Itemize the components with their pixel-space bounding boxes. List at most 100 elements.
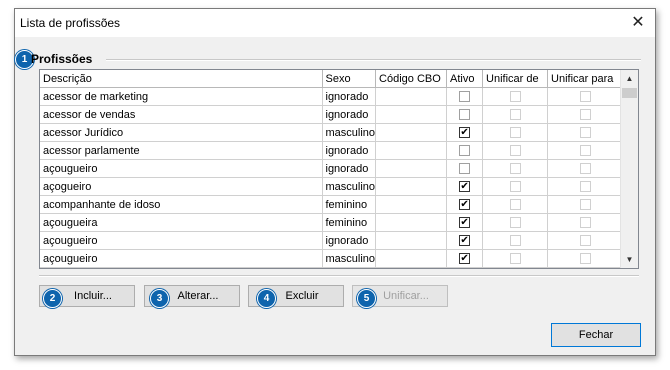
cell-sexo: masculino xyxy=(322,177,377,196)
cell-codigo-cbo xyxy=(375,249,448,268)
cell-unificar-para xyxy=(547,141,625,160)
table-row[interactable]: açougueira feminino ✔ xyxy=(40,213,625,232)
cell-descricao: acessor de vendas xyxy=(40,105,323,124)
checkbox-empty-icon[interactable] xyxy=(459,145,471,157)
checkbox-checked-icon[interactable]: ✔ xyxy=(459,253,471,265)
close-button[interactable]: ✕ xyxy=(627,12,649,34)
cell-unificar-para xyxy=(547,249,625,268)
cell-ativo: ✔ xyxy=(446,213,484,232)
cell-codigo-cbo xyxy=(375,87,448,106)
group-label-profissoes: Profissões xyxy=(31,52,93,66)
cell-unificar-para xyxy=(547,213,625,232)
cell-ativo xyxy=(446,159,484,178)
cell-unificar-para xyxy=(547,195,625,214)
incluir-button[interactable]: 2 Incluir... xyxy=(39,285,135,308)
unificar-button[interactable]: 5 Unificar... xyxy=(352,285,448,308)
checkbox-checked-icon[interactable]: ✔ xyxy=(459,235,471,247)
profissoes-grid: Descrição Sexo Código CBO Ativo Unificar… xyxy=(40,70,625,268)
alterar-button-label: Alterar... xyxy=(177,290,219,302)
checkbox-disabled-icon xyxy=(509,199,521,211)
cell-unificar-para xyxy=(547,159,625,178)
cell-unificar-para xyxy=(547,177,625,196)
cell-sexo: ignorado xyxy=(322,87,377,106)
callout-badge-4: 4 xyxy=(257,289,276,308)
table-row[interactable]: açougueiro ignorado ✔ xyxy=(40,231,625,250)
table-header-row: Descrição Sexo Código CBO Ativo Unificar… xyxy=(40,70,625,88)
cell-unificar-de xyxy=(482,87,549,106)
scroll-down-icon[interactable]: ▼ xyxy=(621,251,638,268)
checkbox-checked-icon[interactable]: ✔ xyxy=(459,181,471,193)
cell-unificar-de xyxy=(482,141,549,160)
table-row[interactable]: açougueiro masculino ✔ xyxy=(40,249,625,268)
table-row[interactable]: açougueiro ignorado xyxy=(40,159,625,178)
checkbox-checked-icon[interactable]: ✔ xyxy=(459,199,471,211)
checkbox-disabled-icon xyxy=(509,127,521,139)
scroll-up-icon[interactable]: ▲ xyxy=(621,70,638,87)
cell-codigo-cbo xyxy=(375,195,448,214)
cell-descricao: açogueiro xyxy=(40,177,323,196)
checkbox-disabled-icon xyxy=(580,91,592,103)
cell-unificar-para xyxy=(547,87,625,106)
cell-sexo: ignorado xyxy=(322,231,377,250)
checkbox-disabled-icon xyxy=(580,109,592,121)
table-row[interactable]: acessor Jurídico masculino ✔ xyxy=(40,123,625,142)
cell-ativo: ✔ xyxy=(446,123,484,142)
checkbox-disabled-icon xyxy=(580,145,592,157)
checkbox-empty-icon[interactable] xyxy=(459,109,471,121)
checkbox-disabled-icon xyxy=(509,181,521,193)
checkbox-disabled-icon xyxy=(580,127,592,139)
cell-descricao: açougueiro xyxy=(40,231,323,250)
checkbox-disabled-icon xyxy=(580,163,592,175)
table-row[interactable]: açogueiro masculino ✔ xyxy=(40,177,625,196)
checkbox-disabled-icon xyxy=(580,235,592,247)
excluir-button-label: Excluir xyxy=(285,290,319,302)
checkbox-checked-icon[interactable]: ✔ xyxy=(459,127,471,139)
table-row[interactable]: acessor parlamente ignorado xyxy=(40,141,625,160)
profissoes-table[interactable]: Descrição Sexo Código CBO Ativo Unificar… xyxy=(39,69,639,269)
cell-codigo-cbo xyxy=(375,213,448,232)
checkbox-disabled-icon xyxy=(509,163,521,175)
vertical-scrollbar[interactable]: ▲ ▼ xyxy=(620,70,638,268)
table-row[interactable]: acessor de marketing ignorado xyxy=(40,87,625,106)
fechar-button[interactable]: Fechar xyxy=(551,323,641,347)
checkbox-disabled-icon xyxy=(509,235,521,247)
scroll-thumb[interactable] xyxy=(622,88,637,98)
cell-ativo xyxy=(446,87,484,106)
window-title: Lista de profissões xyxy=(20,16,121,30)
callout-badge-5: 5 xyxy=(357,289,376,308)
cell-codigo-cbo xyxy=(375,231,448,250)
cell-ativo: ✔ xyxy=(446,177,484,196)
column-header-unificar-para[interactable]: Unificar para xyxy=(547,70,625,88)
checkbox-disabled-icon xyxy=(509,109,521,121)
checkbox-disabled-icon xyxy=(509,145,521,157)
cell-unificar-de xyxy=(482,159,549,178)
column-header-sexo[interactable]: Sexo xyxy=(322,70,377,88)
checkbox-disabled-icon xyxy=(580,181,592,193)
cell-codigo-cbo xyxy=(375,177,448,196)
column-header-codigo-cbo[interactable]: Código CBO xyxy=(375,70,448,88)
checkbox-empty-icon[interactable] xyxy=(459,91,471,103)
cell-descricao: açougueira xyxy=(40,213,323,232)
table-row[interactable]: acompanhante de idoso feminino ✔ xyxy=(40,195,625,214)
table-row[interactable]: acessor de vendas ignorado xyxy=(40,105,625,124)
alterar-button[interactable]: 3 Alterar... xyxy=(144,285,240,308)
excluir-button[interactable]: 4 Excluir xyxy=(248,285,344,308)
cell-unificar-de xyxy=(482,105,549,124)
column-header-descricao[interactable]: Descrição xyxy=(40,70,323,88)
title-bar: Lista de profissões ✕ xyxy=(15,9,655,37)
group-divider-top xyxy=(106,59,641,61)
checkbox-checked-icon[interactable]: ✔ xyxy=(459,217,471,229)
column-header-unificar-de[interactable]: Unificar de xyxy=(482,70,549,88)
cell-unificar-de xyxy=(482,231,549,250)
cell-unificar-para xyxy=(547,105,625,124)
cell-unificar-de xyxy=(482,195,549,214)
checkbox-disabled-icon xyxy=(509,253,521,265)
column-header-ativo[interactable]: Ativo xyxy=(446,70,484,88)
cell-ativo: ✔ xyxy=(446,249,484,268)
checkbox-empty-icon[interactable] xyxy=(459,163,471,175)
callout-badge-3: 3 xyxy=(150,289,169,308)
cell-sexo: feminino xyxy=(322,195,377,214)
cell-descricao: acompanhante de idoso xyxy=(40,195,323,214)
checkbox-disabled-icon xyxy=(509,217,521,229)
cell-descricao: acessor Jurídico xyxy=(40,123,323,142)
